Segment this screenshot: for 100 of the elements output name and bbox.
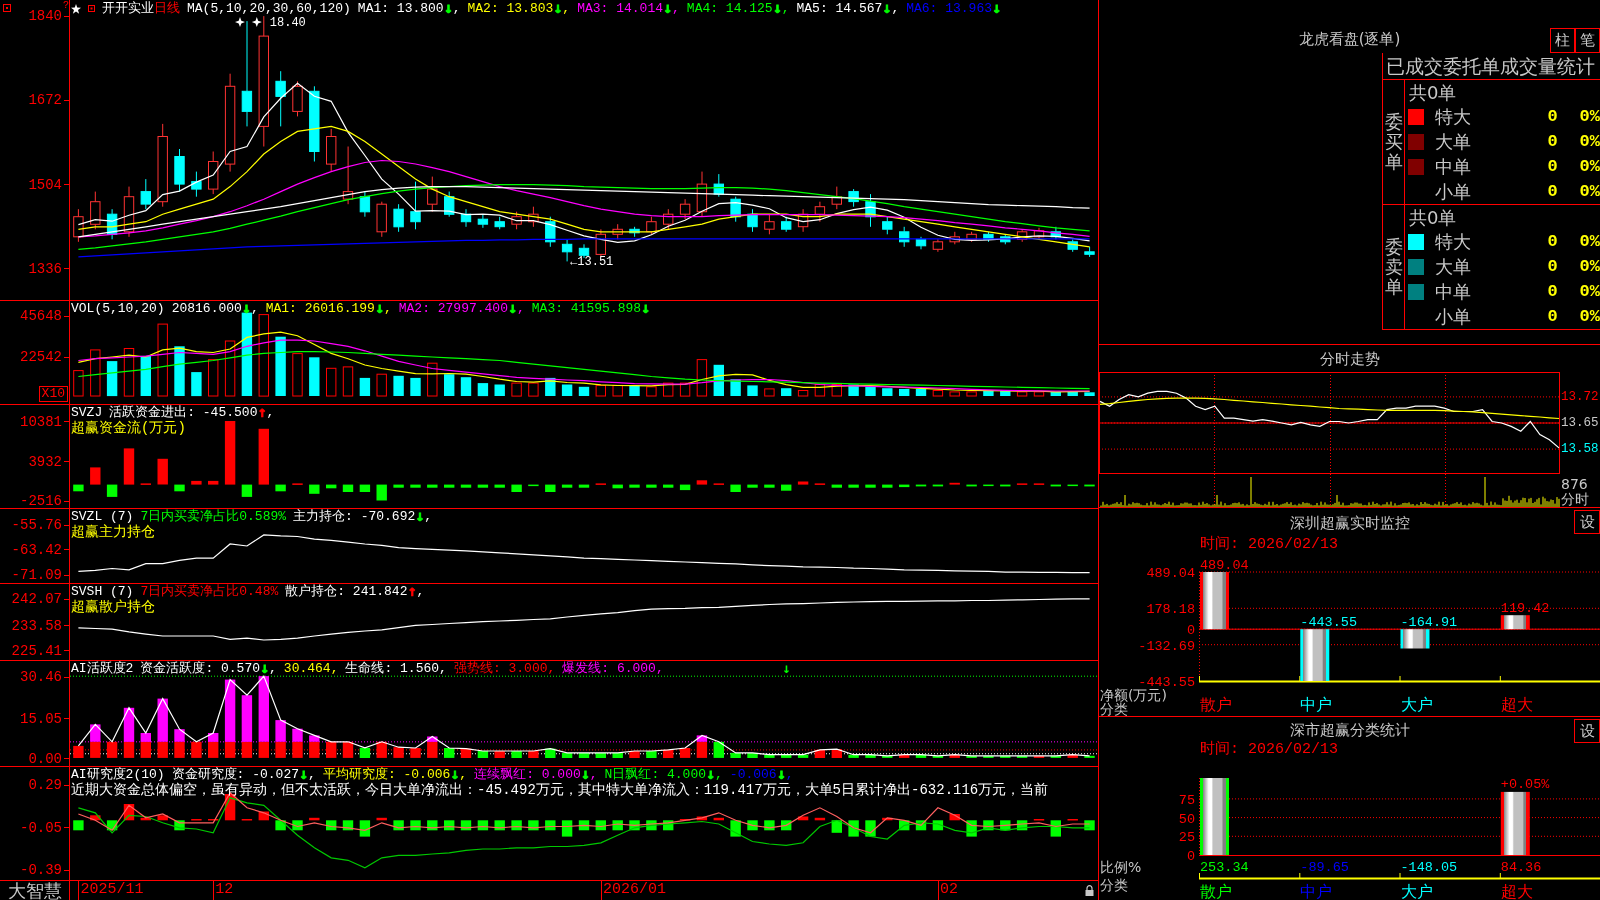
axis-label: -2516 <box>20 493 62 509</box>
time-label: 时间: 2026/02/13 <box>1200 742 1339 758</box>
indicator-value: MA3: 14.014 <box>577 1 663 16</box>
legend-separator: , <box>308 767 316 782</box>
axis-label: 22542 <box>20 349 62 365</box>
table-header: 已成交委托单成交量统计 <box>1386 55 1595 77</box>
axis-title: 分类 <box>1100 701 1128 717</box>
order-share: 0% <box>1579 106 1600 127</box>
indicator-label: MA(5,10,20,30,60,120) <box>187 1 351 16</box>
axis-label: -443.55 <box>1138 675 1195 690</box>
indicator-value: MA6: 13.963 <box>906 1 992 16</box>
indicator-value: MA2: 13.803 <box>467 1 554 16</box>
legend-separator: , <box>383 301 392 316</box>
value-label: -443.55 <box>1300 615 1357 631</box>
indicator-value: 20816.000 <box>171 301 242 316</box>
trend-arrow: ↑ <box>257 405 267 420</box>
category-label: 大户 <box>1400 695 1433 714</box>
axis-label: 233.58 <box>11 617 62 634</box>
category-label: 超大 <box>1500 882 1533 900</box>
category-label: 中户 <box>1300 695 1333 714</box>
panel-title: 分时走势 <box>1319 349 1380 368</box>
indicator-label: AI活跃度2 <box>71 661 134 676</box>
axis-mark: ? <box>63 0 69 11</box>
indicator-value: 7日内买卖净占比0.48% <box>140 584 279 599</box>
date-label: 2026/01 <box>602 881 666 899</box>
indicator-value: 资金研究度: -0.027 <box>171 767 300 782</box>
legend-separator: , <box>781 1 790 16</box>
scale-label: X10 <box>38 386 68 402</box>
indicator-title: 超赢散户持仓 <box>71 599 155 615</box>
category-label: 中户 <box>1300 882 1333 900</box>
order-count: 0 <box>1547 106 1558 127</box>
order-type: 特大 <box>1435 106 1471 127</box>
order-count: 0 <box>1547 181 1558 202</box>
category-label: 大户 <box>1400 882 1433 900</box>
order-share: 0% <box>1579 281 1600 302</box>
trend-arrow: ↓ <box>882 1 892 16</box>
period-label: 日线 <box>154 1 180 16</box>
high-price-label: 18.40 <box>269 16 306 31</box>
legend-separator: , <box>452 1 461 16</box>
order-type: 中单 <box>1435 281 1471 302</box>
legend-separator: , <box>266 405 275 420</box>
indicator-value: MA1: 13.800 <box>357 1 444 16</box>
indicator-value: 生命线: 1.560, <box>345 661 447 676</box>
trend-arrow: ↓ <box>260 661 270 676</box>
legend-separator: , <box>672 1 680 16</box>
panel-title: 深市超赢分类统计 <box>1289 721 1410 739</box>
axis-label: 3932 <box>28 453 62 470</box>
indicator-value: 活跃资金进出: -45.500 <box>109 405 258 420</box>
order-share: 0% <box>1579 156 1600 177</box>
indicator-value: 资金活跃度: 0.570 <box>140 661 260 676</box>
axis-label: -63.42 <box>11 542 62 558</box>
order-total: 共0单 <box>1409 206 1457 228</box>
order-count: 0 <box>1547 131 1558 152</box>
axis-label: -0.05 <box>20 819 62 836</box>
trend-arrow: ↓ <box>772 1 782 16</box>
axis-label: 13.72 <box>1561 388 1599 405</box>
trend-arrow: ↓ <box>450 767 460 782</box>
axis-label: 1504 <box>28 176 62 193</box>
time-label: 时间: 2026/02/13 <box>1200 537 1339 553</box>
order-share: 0% <box>1579 306 1600 327</box>
order-share: 0% <box>1579 256 1600 277</box>
legend-separator: , <box>424 509 433 524</box>
signal-arrow: ↓ <box>782 660 791 677</box>
legend-separator: , <box>250 301 259 316</box>
axis-label: 13.58 <box>1561 441 1599 458</box>
order-share: 0% <box>1579 231 1600 252</box>
legend-separator: , <box>589 767 598 782</box>
axis-label: 25 <box>1178 830 1195 846</box>
axis-label: 1336 <box>28 260 62 277</box>
indicator-label: VOL(5,10,20) <box>71 301 165 316</box>
change-label: +0.05% <box>1500 776 1550 792</box>
legend-separator: , <box>891 1 900 16</box>
panel-title: 深圳超赢实时监控 <box>1289 514 1410 532</box>
reading-label: 84.36 <box>1500 860 1542 875</box>
trend-arrow: ↓ <box>374 301 384 316</box>
indicator-value: 散户持仓: 241.842 <box>285 584 408 599</box>
axis-label: 0 <box>1186 849 1195 864</box>
reading-label: -148.05 <box>1400 860 1458 875</box>
axis-label: 242.07 <box>11 591 62 608</box>
trend-arrow: ↓ <box>706 767 716 782</box>
order-count: 0 <box>1547 256 1558 277</box>
trend-arrow: ↓ <box>641 301 651 316</box>
legend-separator: , <box>517 301 525 316</box>
axis-label: 0 <box>1186 623 1195 639</box>
axis-label: 0.00 <box>28 750 62 767</box>
order-share: 0% <box>1579 181 1600 202</box>
indicator-label: SVZJ <box>71 405 103 420</box>
indicator-label: AI研究度2(10) <box>71 767 165 782</box>
axis-title: 净额(万元) <box>1100 687 1167 703</box>
category-label: 散户 <box>1200 882 1232 900</box>
order-type: 小单 <box>1435 306 1471 327</box>
value-label: 489.04 <box>1200 558 1249 573</box>
trend-arrow: ↓ <box>992 1 1002 16</box>
indicator-value: -0.006 <box>729 767 777 782</box>
axis-label: 15.05 <box>20 710 62 727</box>
axis-label: -0.39 <box>20 862 62 878</box>
axis-label: 225.41 <box>11 643 62 659</box>
indicator-label: SVZL (7) <box>71 509 134 524</box>
axis-label: 50 <box>1178 811 1195 827</box>
axis-label: 13.65 <box>1561 415 1599 431</box>
